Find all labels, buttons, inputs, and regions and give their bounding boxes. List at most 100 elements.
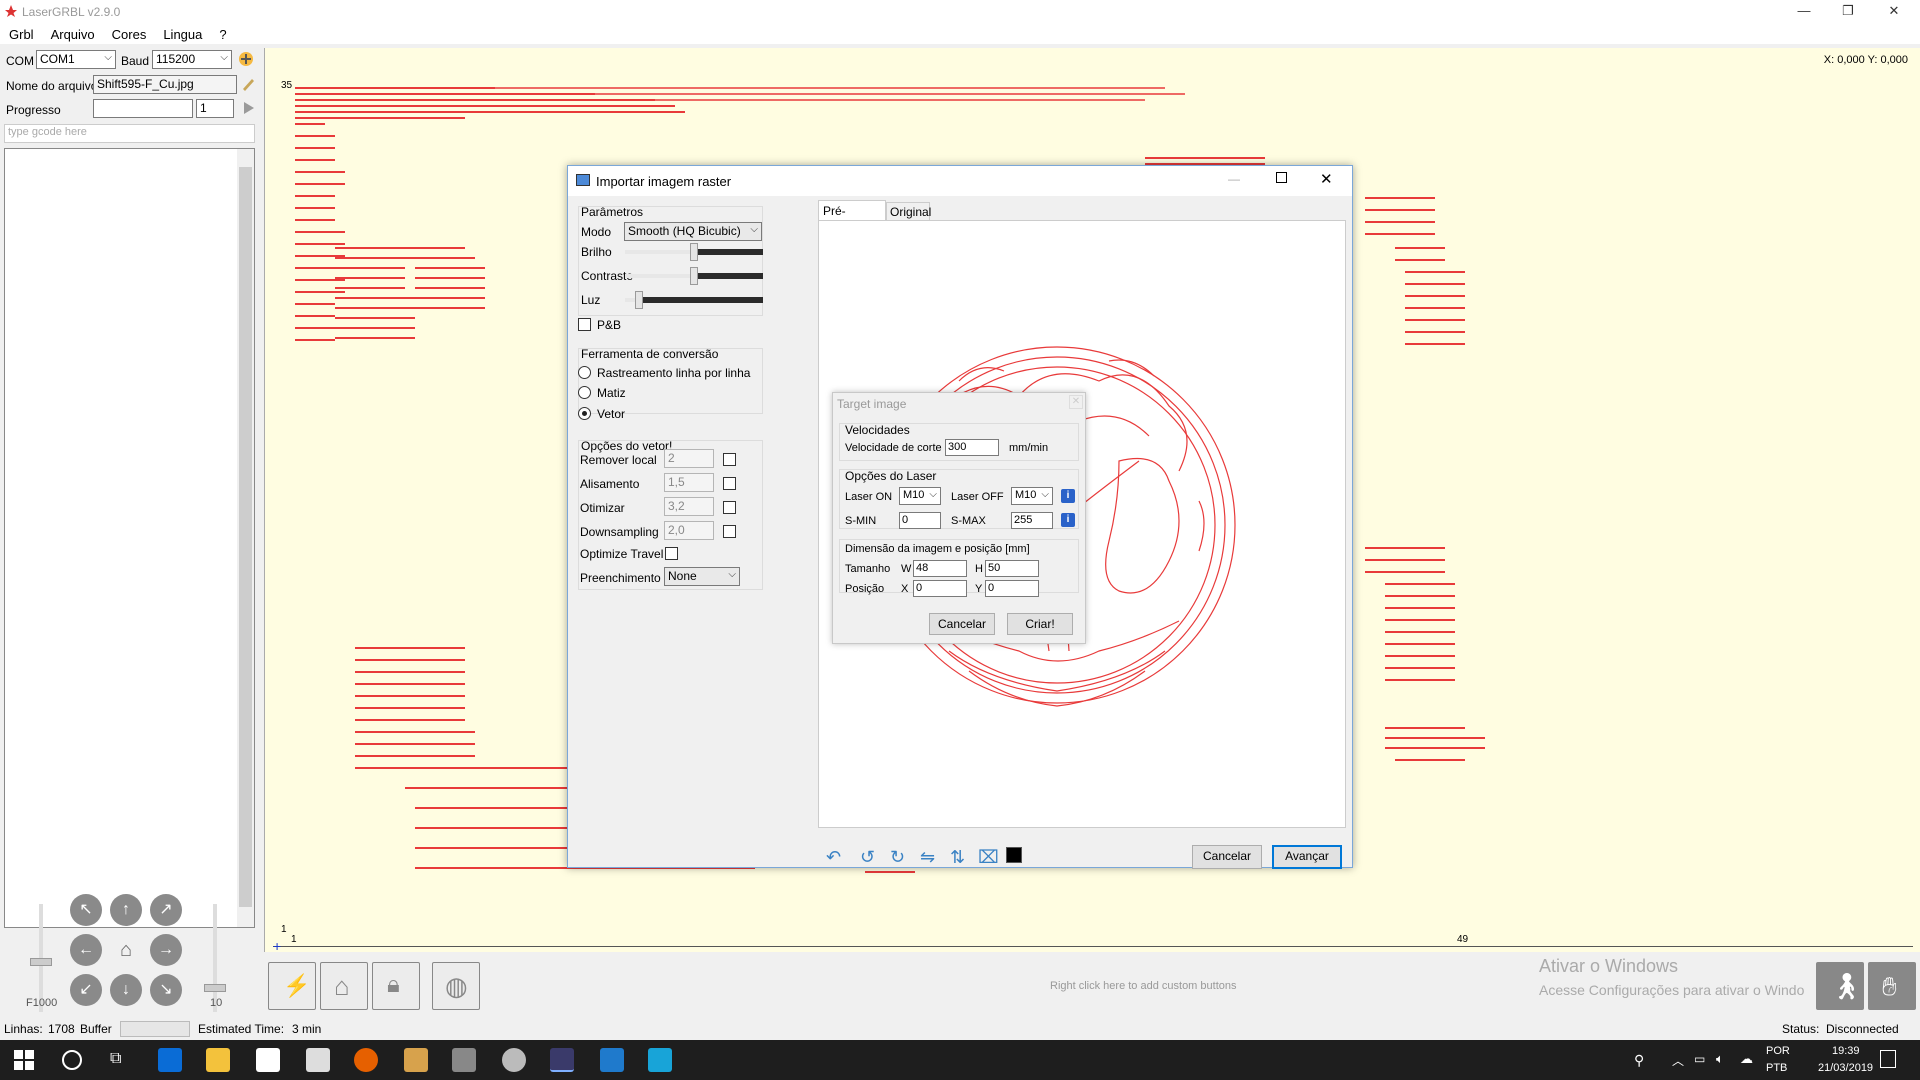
connect-icon[interactable] bbox=[236, 49, 256, 69]
copies-stepper[interactable]: 1 bbox=[196, 99, 234, 118]
dialog-minimize-button[interactable]: — bbox=[1228, 172, 1240, 186]
invert-icon[interactable] bbox=[1006, 847, 1022, 863]
filename-field[interactable]: Shift595-F_Cu.jpg bbox=[93, 75, 237, 94]
home-icon[interactable]: ⌂ bbox=[110, 934, 142, 966]
c-app-icon[interactable] bbox=[648, 1048, 672, 1072]
restore-button[interactable]: ❐ bbox=[1828, 0, 1868, 24]
target-create-button[interactable]: Criar! bbox=[1007, 613, 1073, 635]
command-log[interactable] bbox=[4, 148, 255, 928]
menu-arquivo[interactable]: Arquivo bbox=[42, 24, 103, 42]
bw-checkbox[interactable] bbox=[578, 318, 591, 331]
optimize-stepper[interactable]: 3,2 bbox=[664, 497, 714, 516]
task-view-icon[interactable]: ⧉ bbox=[110, 1050, 121, 1068]
rotate-icon[interactable]: ↶ bbox=[826, 847, 841, 868]
open-file-icon[interactable] bbox=[240, 76, 256, 92]
close-button[interactable]: ✕ bbox=[1874, 0, 1914, 24]
tab-original[interactable]: Original bbox=[886, 202, 931, 220]
tray-chevron-icon[interactable]: ︿ bbox=[1672, 1052, 1684, 1069]
walk-button[interactable]: 🚶︎ bbox=[1816, 962, 1864, 1010]
fill-select[interactable]: None ⌵ bbox=[664, 567, 740, 586]
volume-icon[interactable]: 🔈︎ bbox=[1716, 1051, 1724, 1067]
downsampling-checkbox[interactable] bbox=[723, 525, 736, 538]
onedrive-icon[interactable]: ☁ bbox=[1740, 1051, 1753, 1067]
rotate-left-icon[interactable]: ↺ bbox=[860, 847, 875, 868]
width-field[interactable]: 48 bbox=[913, 560, 967, 577]
laser-info-icon[interactable]: i bbox=[1061, 489, 1075, 503]
unlock-button[interactable]: 🔒︎ bbox=[372, 962, 420, 1010]
laser-off-select[interactable]: M10 ⌵ bbox=[1011, 487, 1053, 505]
people-icon[interactable]: ⚲ bbox=[1634, 1052, 1644, 1069]
menu-grbl[interactable]: Grbl bbox=[0, 24, 42, 42]
firefox-icon[interactable] bbox=[354, 1048, 378, 1072]
brightness-slider[interactable] bbox=[625, 241, 763, 263]
jog-nw-button[interactable]: ↖ bbox=[70, 894, 102, 926]
menu-lingua[interactable]: Lingua bbox=[154, 24, 210, 42]
jog-w-button[interactable]: ← bbox=[70, 934, 102, 966]
remove-stepper[interactable]: 2 bbox=[664, 449, 714, 468]
target-cancel-button[interactable]: Cancelar bbox=[929, 613, 995, 635]
radio-hue[interactable] bbox=[578, 386, 591, 399]
homing-button[interactable]: ⌂ bbox=[320, 962, 368, 1010]
dialog-close-button[interactable]: ✕ bbox=[1320, 170, 1333, 188]
height-field[interactable]: 50 bbox=[985, 560, 1039, 577]
menu-cores[interactable]: Cores bbox=[103, 24, 155, 42]
contrast-slider[interactable] bbox=[625, 265, 763, 287]
flip-vertical-icon[interactable]: ⇅ bbox=[950, 847, 965, 868]
travel-checkbox[interactable] bbox=[665, 547, 678, 560]
radio-line-by-line[interactable] bbox=[578, 366, 591, 379]
target-close-icon[interactable]: ✕ bbox=[1069, 395, 1083, 409]
power-info-icon[interactable]: i bbox=[1061, 513, 1075, 527]
y-field[interactable]: 0 bbox=[985, 580, 1039, 597]
jog-n-button[interactable]: ↑ bbox=[110, 894, 142, 926]
smooth-checkbox[interactable] bbox=[723, 477, 736, 490]
cut-speed-field[interactable]: 300 bbox=[945, 439, 999, 456]
vscode-icon[interactable] bbox=[600, 1048, 624, 1072]
gear-app-icon[interactable] bbox=[502, 1048, 526, 1072]
cancel-button[interactable]: Cancelar bbox=[1192, 845, 1262, 869]
clock-date[interactable]: 21/03/2019 bbox=[1818, 1062, 1873, 1074]
film-icon[interactable] bbox=[452, 1048, 476, 1072]
jog-sw-button[interactable]: ↙ bbox=[70, 974, 102, 1006]
log-scrollbar[interactable] bbox=[237, 149, 254, 927]
optimize-checkbox[interactable] bbox=[723, 501, 736, 514]
notifications-icon[interactable] bbox=[1880, 1050, 1896, 1068]
app-icon[interactable] bbox=[404, 1048, 428, 1072]
minimize-button[interactable]: — bbox=[1784, 0, 1824, 24]
x-field[interactable]: 0 bbox=[913, 580, 967, 597]
flip-horizontal-icon[interactable]: ⇋ bbox=[920, 847, 935, 868]
smax-field[interactable]: 255 bbox=[1011, 512, 1053, 529]
run-icon[interactable] bbox=[240, 100, 256, 116]
light-slider[interactable] bbox=[625, 289, 763, 311]
gcode-input[interactable]: type gcode here bbox=[4, 124, 255, 143]
windows-start-icon[interactable] bbox=[14, 1050, 34, 1070]
smin-field[interactable]: 0 bbox=[899, 512, 941, 529]
lang-secondary[interactable]: PTB bbox=[1766, 1062, 1787, 1074]
baud-select[interactable]: 115200 ⌵ bbox=[152, 50, 232, 69]
jog-e-button[interactable]: → bbox=[150, 934, 182, 966]
reset-button[interactable]: ⚡ bbox=[268, 962, 316, 1010]
speed-slider[interactable] bbox=[30, 904, 52, 1012]
store-icon[interactable] bbox=[256, 1048, 280, 1072]
stop-button[interactable]: ✋︎ bbox=[1868, 962, 1916, 1010]
edge-icon[interactable] bbox=[158, 1048, 182, 1072]
laser-on-select[interactable]: M10 ⌵ bbox=[899, 487, 941, 505]
jog-se-button[interactable]: ↘ bbox=[150, 974, 182, 1006]
menu-help[interactable]: ? bbox=[210, 24, 234, 42]
step-slider[interactable] bbox=[204, 904, 226, 1012]
scroll-thumb[interactable] bbox=[239, 167, 252, 907]
smooth-stepper[interactable]: 1,5 bbox=[664, 473, 714, 492]
com-select[interactable]: COM1 ⌵ bbox=[36, 50, 116, 69]
mail-icon[interactable] bbox=[306, 1048, 330, 1072]
globe-button[interactable]: ◍ bbox=[432, 962, 480, 1010]
explorer-icon[interactable] bbox=[206, 1048, 230, 1072]
rotate-right-icon[interactable]: ↻ bbox=[890, 847, 905, 868]
lang-primary[interactable]: POR bbox=[1766, 1045, 1790, 1057]
search-icon[interactable] bbox=[62, 1050, 82, 1070]
tab-preview[interactable]: Pré-Visualizar bbox=[818, 200, 886, 232]
radio-vector[interactable] bbox=[578, 407, 591, 420]
mode-select[interactable]: Smooth (HQ Bicubic) ⌵ bbox=[624, 222, 762, 241]
next-button[interactable]: Avançar bbox=[1272, 845, 1342, 869]
crop-icon[interactable]: ⌧ bbox=[978, 847, 999, 868]
network-icon[interactable]: ▭ bbox=[1694, 1052, 1705, 1066]
dialog-maximize-button[interactable] bbox=[1276, 172, 1287, 183]
